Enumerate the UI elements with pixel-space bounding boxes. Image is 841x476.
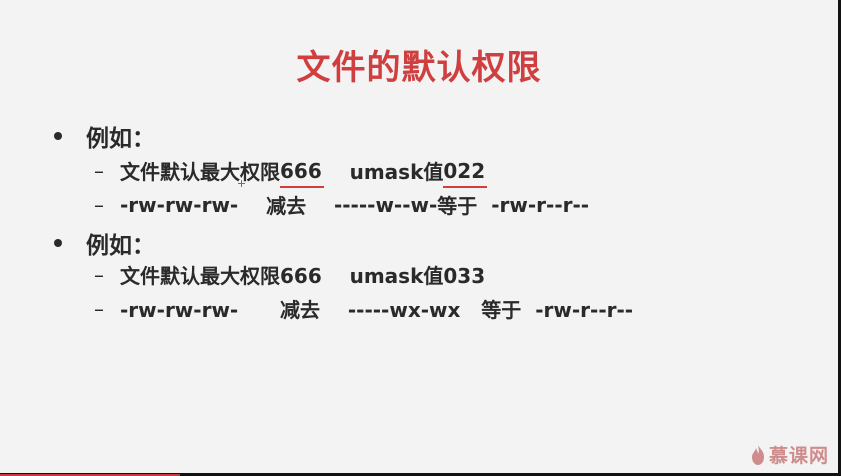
sub-line-max-perm-2: – 文件默认最大权限666 umask值033 (94, 260, 485, 289)
sub-line-subtract-1: – -rw-rw-rw- 减去 -----w--w- 等于 -rw-r--r-- (94, 190, 589, 219)
bullet-dot (54, 132, 62, 140)
value-022-underlined: 022 (443, 159, 488, 188)
bullet-example-1: 例如： (54, 119, 155, 153)
text-segment: -rw-r--r-- (491, 192, 590, 217)
slide: 文件的默认权限 例如： – 文件默认最大权限 666 umask值 022 – … (0, 0, 838, 473)
flame-icon (751, 444, 764, 465)
slide-title: 文件的默认权限 (296, 48, 542, 88)
sub-line-max-perm-1: – 文件默认最大权限 666 umask值 022 (94, 156, 488, 188)
bullet-dot (54, 239, 62, 247)
sub-line-subtract-2: – -rw-rw-rw- 减去 -----wx-wx 等于 -rw-r--r-- (94, 294, 633, 323)
dash-marker: – (94, 158, 104, 183)
text-segment: 减去 (238, 194, 334, 218)
dash-marker: – (94, 192, 104, 217)
value-666-underlined: 666 (280, 159, 324, 188)
example-heading: 例如： (86, 126, 155, 152)
text-segment: 文件默认最大权限 (120, 160, 280, 184)
red-underline (280, 185, 324, 188)
bullet-example-2: 例如： (54, 226, 155, 260)
text-segment: 文件默认最大权限666 umask值033 (120, 264, 486, 288)
watermark-logo: 慕课网 (750, 441, 829, 468)
watermark-text: 慕课网 (768, 445, 829, 467)
dash-marker: – (94, 262, 104, 287)
text-segment: umask值 (321, 160, 444, 184)
text-segment: -----w--w- (333, 192, 438, 217)
text-segment: 等于 (437, 194, 492, 218)
red-underline (443, 185, 488, 188)
text-segment: -rw-rw-rw- 减去 -----wx-wx 等于 -rw-r--r-- (120, 298, 634, 322)
text-segment: -rw-rw-rw- (120, 192, 239, 217)
cursor-crosshair-icon (238, 180, 245, 187)
example-heading: 例如： (86, 233, 155, 259)
dash-marker: – (94, 296, 104, 321)
